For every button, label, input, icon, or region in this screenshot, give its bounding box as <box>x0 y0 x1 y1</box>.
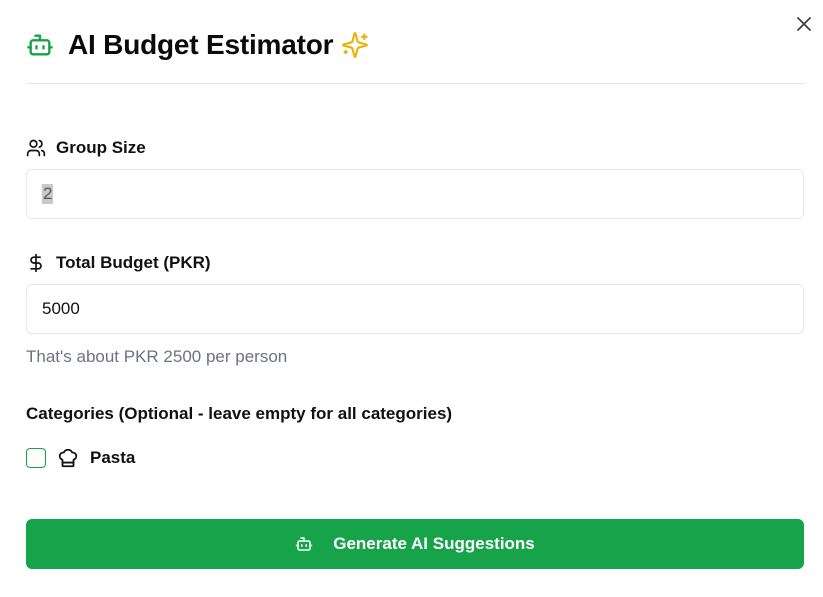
group-size-label-row: Group Size <box>26 136 146 160</box>
header-divider <box>26 83 804 84</box>
generate-ai-suggestions-button[interactable]: Generate AI Suggestions <box>26 519 804 569</box>
total-budget-label: Total Budget (PKR) <box>56 253 211 272</box>
chef-hat-icon <box>57 447 79 469</box>
category-item-pasta[interactable]: Pasta <box>26 446 135 470</box>
dollar-icon <box>30 253 42 273</box>
close-icon <box>797 17 811 31</box>
dialog-title: AI Budget Estimator <box>68 29 334 60</box>
per-person-hint: That's about PKR 2500 per person <box>26 347 288 366</box>
total-budget-input[interactable]: 5000 <box>26 284 804 334</box>
generate-button-label: Generate AI Suggestions <box>333 534 535 553</box>
sparkles-icon <box>342 32 369 58</box>
users-icon <box>26 139 46 157</box>
total-budget-label-row: Total Budget (PKR) <box>26 251 211 275</box>
total-budget-value: 5000 <box>42 299 80 318</box>
category-label: Pasta <box>90 448 136 467</box>
group-size-value: 2 <box>42 184 54 204</box>
group-size-input[interactable]: 2 <box>26 169 804 219</box>
pasta-checkbox[interactable] <box>26 448 46 468</box>
budget-estimator-dialog: AI Budget Estimator Group Size 2 Total B… <box>0 0 823 597</box>
dialog-header: AI Budget Estimator <box>26 26 369 64</box>
robot-icon <box>27 34 53 56</box>
group-size-label: Group Size <box>56 138 146 157</box>
categories-label: Categories (Optional - leave empty for a… <box>26 404 453 423</box>
robot-icon <box>295 537 313 551</box>
close-button[interactable] <box>794 14 814 34</box>
